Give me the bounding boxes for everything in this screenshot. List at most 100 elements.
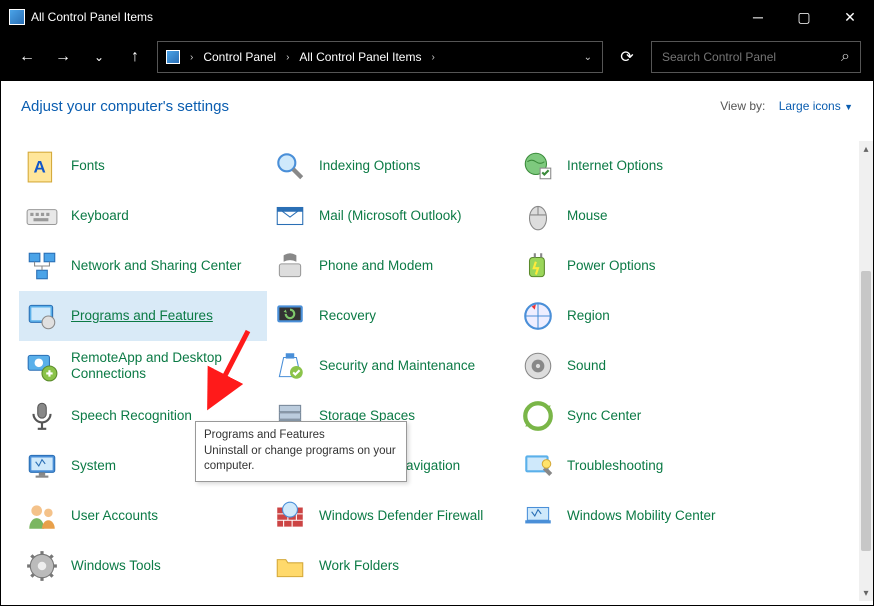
- tooltip: Programs and Features Uninstall or chang…: [195, 421, 407, 482]
- cpl-item-programs[interactable]: Programs and Features: [19, 291, 267, 341]
- cpl-item-label: Troubleshooting: [567, 458, 663, 474]
- maximize-button[interactable]: ▢: [781, 1, 827, 33]
- cpl-item-label: Network and Sharing Center: [71, 258, 241, 274]
- cpl-item-indexing[interactable]: Indexing Options: [267, 141, 515, 191]
- cpl-item-label: Region: [567, 308, 610, 324]
- cpl-item-label: Recovery: [319, 308, 376, 324]
- refresh-button[interactable]: ⟳: [611, 41, 643, 73]
- back-button[interactable]: ←: [13, 43, 41, 71]
- cpl-item-users[interactable]: User Accounts: [19, 491, 267, 541]
- cpl-item-label: Windows Mobility Center: [567, 508, 716, 524]
- cpl-item-label: System: [71, 458, 116, 474]
- page-heading: Adjust your computer's settings: [21, 98, 229, 115]
- mic-icon: [25, 399, 59, 433]
- search-icon[interactable]: ⌕: [841, 48, 850, 66]
- cpl-item-sync[interactable]: Sync Center: [515, 391, 763, 441]
- search-box[interactable]: ⌕: [651, 41, 861, 73]
- indexing-icon: [273, 149, 307, 183]
- minimize-button[interactable]: ─: [735, 1, 781, 33]
- tooltip-title: Programs and Features: [204, 428, 398, 444]
- breadcrumb-root[interactable]: Control Panel: [203, 50, 276, 64]
- tooltip-body: Uninstall or change programs on your com…: [204, 444, 398, 475]
- cpl-item-label: Sync Center: [567, 408, 641, 424]
- cpl-item-tools[interactable]: Windows Tools: [19, 541, 267, 591]
- firewall-icon: [273, 499, 307, 533]
- forward-button[interactable]: →: [49, 43, 77, 71]
- chevron-down-icon: ▼: [844, 102, 853, 112]
- troubleshoot-icon: [521, 449, 555, 483]
- remoteapp-icon: [25, 349, 59, 383]
- viewby-label: View by:: [720, 99, 765, 113]
- cpl-item-label: RemoteApp and Desktop Connections: [71, 350, 261, 382]
- cpl-item-label: Power Options: [567, 258, 656, 274]
- cpl-item-sound[interactable]: Sound: [515, 341, 763, 391]
- sync-icon: [521, 399, 555, 433]
- recent-dropdown[interactable]: ⌄: [85, 43, 113, 71]
- phone-icon: [273, 249, 307, 283]
- window-title: All Control Panel Items: [31, 10, 153, 24]
- up-button[interactable]: ↑: [121, 43, 149, 71]
- chevron-right-icon: ›: [188, 52, 195, 63]
- scrollbar-thumb[interactable]: [861, 271, 871, 551]
- close-button[interactable]: ✕: [827, 1, 873, 33]
- cpl-item-troubleshoot[interactable]: Troubleshooting: [515, 441, 763, 491]
- cpl-item-label: Indexing Options: [319, 158, 420, 174]
- viewby-dropdown[interactable]: Large icons ▼: [779, 99, 853, 113]
- title-bar: All Control Panel Items ─ ▢ ✕: [1, 1, 873, 33]
- chevron-right-icon: ›: [284, 52, 291, 63]
- cpl-item-label: Speech Recognition: [71, 408, 192, 424]
- cpl-item-phone[interactable]: Phone and Modem: [267, 241, 515, 291]
- tools-icon: [25, 549, 59, 583]
- cpl-item-label: Windows Defender Firewall: [319, 508, 483, 524]
- cpl-item-label: Programs and Features: [71, 308, 213, 324]
- cpl-item-remoteapp[interactable]: RemoteApp and Desktop Connections: [19, 341, 267, 391]
- scroll-up-button[interactable]: ▴: [859, 141, 873, 157]
- address-bar[interactable]: › Control Panel › All Control Panel Item…: [157, 41, 603, 73]
- cpl-item-label: Security and Maintenance: [319, 358, 475, 374]
- workfolders-icon: [273, 549, 307, 583]
- mail-icon: [273, 199, 307, 233]
- internet-icon: [521, 149, 555, 183]
- cpl-item-region[interactable]: Region: [515, 291, 763, 341]
- system-icon: [25, 449, 59, 483]
- scrollbar[interactable]: ▴ ▾: [859, 141, 873, 601]
- cpl-item-label: User Accounts: [71, 508, 158, 524]
- cpl-item-network[interactable]: Network and Sharing Center: [19, 241, 267, 291]
- breadcrumb-current[interactable]: All Control Panel Items: [299, 50, 421, 64]
- cpl-item-keyboard[interactable]: Keyboard: [19, 191, 267, 241]
- cpl-item-label: Mail (Microsoft Outlook): [319, 208, 462, 224]
- content-area: Adjust your computer's settings View by:…: [1, 81, 873, 605]
- mouse-icon: [521, 199, 555, 233]
- fonts-icon: [25, 149, 59, 183]
- scroll-down-button[interactable]: ▾: [859, 585, 873, 601]
- cpl-item-internet[interactable]: Internet Options: [515, 141, 763, 191]
- cpl-item-label: Mouse: [567, 208, 608, 224]
- cpl-item-label: Windows Tools: [71, 558, 161, 574]
- cpl-item-label: Phone and Modem: [319, 258, 433, 274]
- address-icon: [166, 50, 180, 64]
- network-icon: [25, 249, 59, 283]
- cpl-item-mail[interactable]: Mail (Microsoft Outlook): [267, 191, 515, 241]
- cpl-item-fonts[interactable]: Fonts: [19, 141, 267, 191]
- cpl-item-firewall[interactable]: Windows Defender Firewall: [267, 491, 515, 541]
- keyboard-icon: [25, 199, 59, 233]
- address-dropdown-icon[interactable]: ⌄: [582, 52, 594, 63]
- cpl-item-power[interactable]: Power Options: [515, 241, 763, 291]
- cpl-item-workfolders[interactable]: Work Folders: [267, 541, 515, 591]
- search-input[interactable]: [662, 50, 841, 64]
- security-icon: [273, 349, 307, 383]
- cpl-item-mobility[interactable]: Windows Mobility Center: [515, 491, 763, 541]
- chevron-right-icon: ›: [429, 52, 436, 63]
- users-icon: [25, 499, 59, 533]
- mobility-icon: [521, 499, 555, 533]
- sound-icon: [521, 349, 555, 383]
- cpl-item-label: Fonts: [71, 158, 105, 174]
- power-icon: [521, 249, 555, 283]
- app-icon: [9, 9, 25, 25]
- cpl-item-mouse[interactable]: Mouse: [515, 191, 763, 241]
- cpl-item-label: Internet Options: [567, 158, 663, 174]
- cpl-item-recovery[interactable]: Recovery: [267, 291, 515, 341]
- cpl-item-label: Keyboard: [71, 208, 129, 224]
- nav-bar: ← → ⌄ ↑ › Control Panel › All Control Pa…: [1, 33, 873, 81]
- cpl-item-security[interactable]: Security and Maintenance: [267, 341, 515, 391]
